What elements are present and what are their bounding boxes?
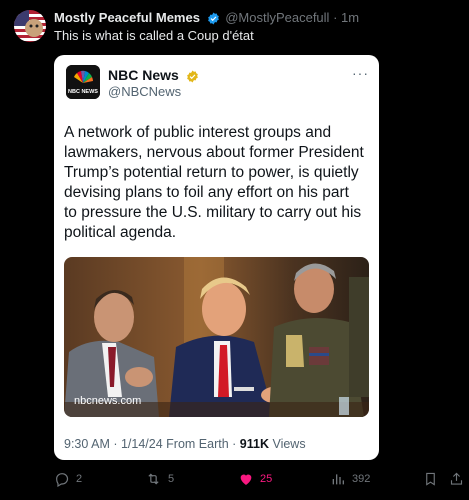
views-icon [330, 471, 346, 487]
quoted-author-name-text: NBC News [108, 67, 179, 83]
retweet-icon [145, 471, 162, 487]
quoted-post-card[interactable]: NBC NEWS NBC News @NBCNews ··· A network… [54, 55, 379, 460]
tweet-header: Mostly Peaceful Memes @MostlyPeacefull ·… [54, 10, 359, 29]
reply-icon [54, 471, 70, 487]
tweet-text: This is what is called a Coup d'état [54, 28, 254, 43]
action-bar: 2 5 25 392 [0, 468, 469, 490]
separator-dot: · [333, 10, 342, 25]
reply-button[interactable]: 2 [54, 468, 82, 490]
photo-source-caption: nbcnews.com [74, 395, 142, 407]
retweet-count: 5 [168, 473, 175, 485]
verified-badge-icon [207, 12, 220, 29]
share-button[interactable] [449, 468, 464, 490]
quoted-views-label: Views [268, 437, 306, 451]
nbc-logo[interactable]: NBC NEWS [66, 65, 100, 99]
reply-count: 2 [76, 473, 83, 485]
view-count: 392 [352, 473, 371, 485]
tweet: Mostly Peaceful Memes @MostlyPeacefull ·… [0, 0, 469, 500]
bookmark-button[interactable] [423, 468, 438, 490]
quoted-post-timestamp[interactable]: 9:30 AM · 1/14/24 From Earth · [64, 437, 240, 451]
retweet-button[interactable]: 5 [145, 468, 174, 490]
quoted-post-meta: 9:30 AM · 1/14/24 From Earth · 911K View… [64, 437, 306, 451]
like-count: 25 [260, 473, 273, 485]
heart-icon [238, 471, 254, 487]
quoted-views-count: 911K [239, 437, 269, 451]
views-button[interactable]: 392 [330, 468, 370, 490]
share-icon [449, 471, 464, 487]
post-time[interactable]: 1m [341, 10, 359, 25]
author-handle[interactable]: @MostlyPeacefull [225, 10, 329, 25]
more-icon[interactable]: ··· [352, 65, 369, 81]
like-button[interactable]: 25 [238, 468, 272, 490]
quoted-author-handle[interactable]: @NBCNews [108, 84, 181, 99]
post-photo[interactable]: nbcnews.com [64, 257, 369, 417]
bookmark-icon [423, 471, 438, 487]
gold-verified-badge-icon [186, 70, 199, 86]
author-name[interactable]: Mostly Peaceful Memes [54, 10, 200, 25]
author-avatar[interactable] [14, 10, 46, 42]
nbc-logo-text: NBC NEWS [68, 89, 98, 95]
quoted-post-body: A network of public interest groups and … [64, 124, 364, 241]
